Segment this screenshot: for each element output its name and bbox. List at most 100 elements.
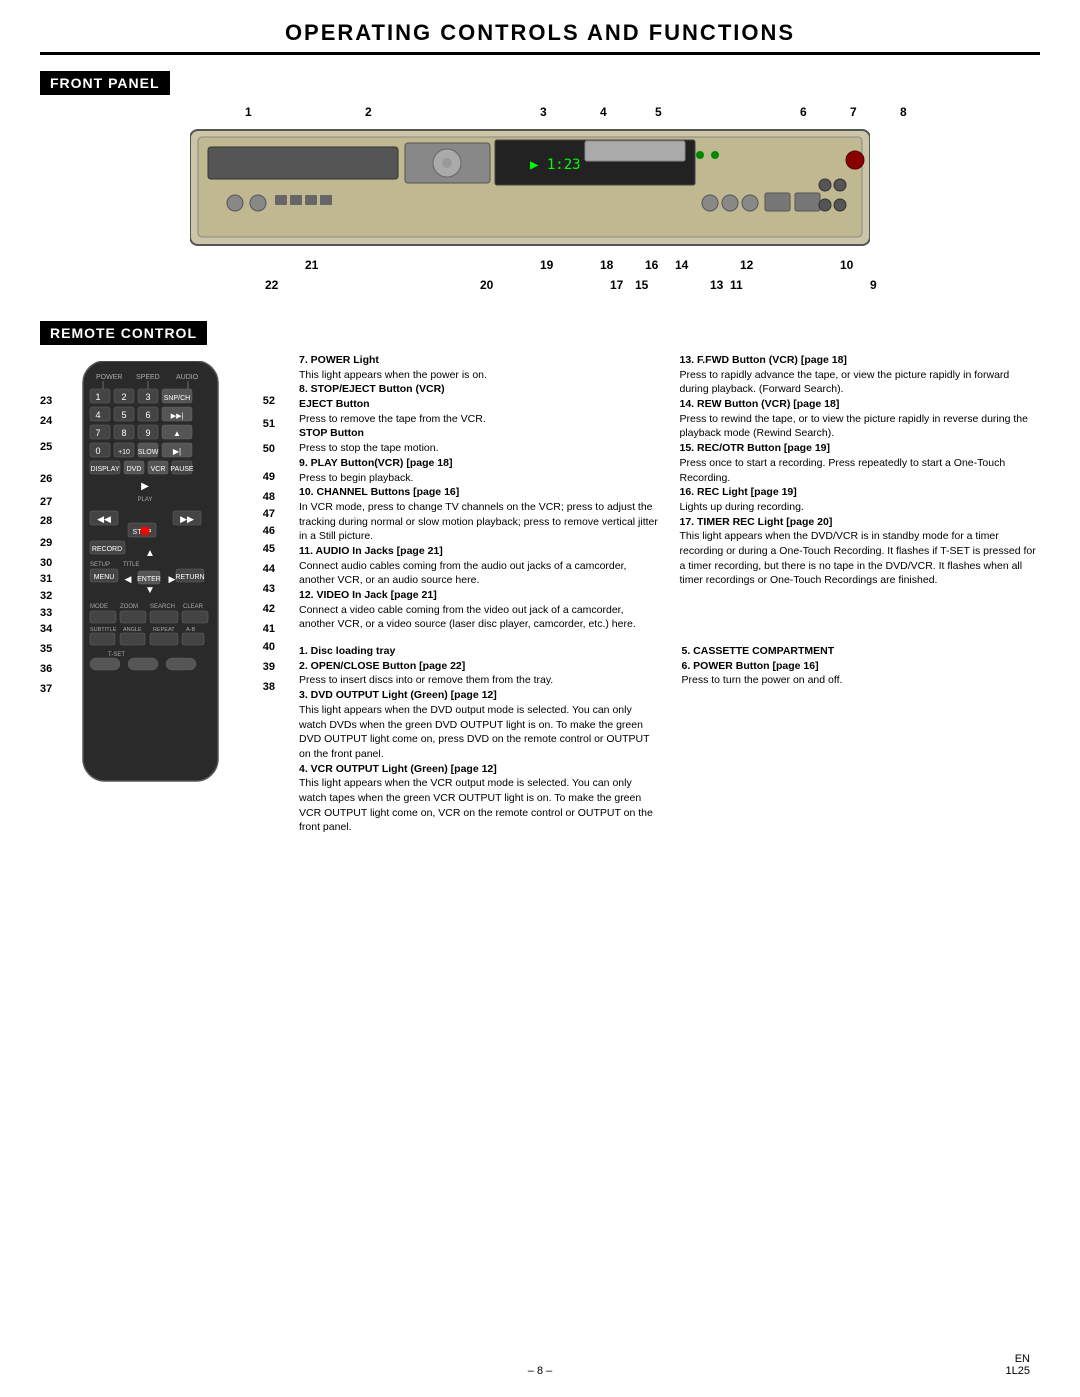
svg-text:6: 6 xyxy=(145,410,150,420)
svg-text:RECORD: RECORD xyxy=(92,546,122,553)
fp-num-22: 22 xyxy=(265,278,278,292)
svg-text:ZOOM: ZOOM xyxy=(120,604,138,610)
rc-45: 45 xyxy=(263,543,275,555)
desc-item-11: 11. AUDIO In Jacks [page 21] Connect aud… xyxy=(299,544,660,588)
desc-item-14: 14. REW Button (VCR) [page 18] Press to … xyxy=(680,397,1041,441)
fp-num-10: 10 xyxy=(840,258,853,272)
remote-layout: 23 24 25 26 27 28 29 30 31 32 33 34 35 3… xyxy=(40,353,1040,835)
svg-text:▲: ▲ xyxy=(173,429,181,438)
svg-text:MODE: MODE xyxy=(90,604,108,610)
desc-left-col: 7. POWER Light This light appears when t… xyxy=(299,353,660,632)
fp-num-19: 19 xyxy=(540,258,553,272)
rc-43: 43 xyxy=(263,583,275,595)
svg-text:9: 9 xyxy=(145,428,150,438)
fp-num-21: 21 xyxy=(305,258,318,272)
desc-item-15: 15. REC/OTR Button [page 19] Press once … xyxy=(680,441,1041,485)
page-footer: – 8 – xyxy=(0,1365,1080,1377)
svg-text:SUBTITLE: SUBTITLE xyxy=(90,627,117,633)
svg-text:DVD: DVD xyxy=(127,466,142,473)
svg-text:SETUP: SETUP xyxy=(90,562,110,568)
bottom-item-6: 6. POWER Button [page 16] Press to turn … xyxy=(682,659,1041,688)
svg-text:A-B: A-B xyxy=(186,627,196,633)
svg-text:7: 7 xyxy=(95,428,100,438)
front-panel-section: FRONT PANEL 1 2 3 4 5 6 7 8 xyxy=(40,71,1040,303)
remote-control-label: REMOTE CONTROL xyxy=(40,321,207,345)
svg-text:DISPLAY: DISPLAY xyxy=(90,466,119,473)
svg-text:◀: ◀ xyxy=(125,574,132,584)
bottom-item-3: 3. DVD OUTPUT Light (Green) [page 12] Th… xyxy=(299,688,658,761)
page: OPERATING CONTROLS AND FUNCTIONS FRONT P… xyxy=(0,0,1080,1397)
svg-text:SNP/CH: SNP/CH xyxy=(164,395,190,402)
front-panel-diagram: 1 2 3 4 5 6 7 8 ▶ 1:23 xyxy=(110,103,970,303)
rc-39: 39 xyxy=(263,661,275,673)
bottom-item-2: 2. OPEN/CLOSE Button [page 22] Press to … xyxy=(299,659,658,688)
rc-34: 34 xyxy=(40,623,52,635)
fp-num-18: 18 xyxy=(600,258,613,272)
desc-item-8: 8. STOP/EJECT Button (VCR) EJECT Button … xyxy=(299,382,660,455)
rc-31: 31 xyxy=(40,573,52,585)
svg-text:CLEAR: CLEAR xyxy=(183,604,204,610)
svg-text:T-SET: T-SET xyxy=(108,652,125,658)
desc-right-col: 13. F.FWD Button (VCR) [page 18] Press t… xyxy=(680,353,1041,632)
svg-text:3: 3 xyxy=(145,392,150,402)
model-text: 1L25 xyxy=(1006,1365,1030,1377)
rc-29: 29 xyxy=(40,537,52,549)
svg-text:+10: +10 xyxy=(118,449,130,456)
svg-text:SPEED: SPEED xyxy=(136,374,160,381)
svg-text:SEARCH: SEARCH xyxy=(150,604,175,610)
rc-42: 42 xyxy=(263,603,275,615)
rc-28: 28 xyxy=(40,515,52,527)
remote-diagram-col: 23 24 25 26 27 28 29 30 31 32 33 34 35 3… xyxy=(40,353,275,835)
svg-text:ENTER: ENTER xyxy=(137,576,161,583)
svg-text:▶▶: ▶▶ xyxy=(180,514,194,524)
bottom-right-col: 5. CASSETTE COMPARTMENT 6. POWER Button … xyxy=(682,644,1041,835)
bottom-descriptions: 1. Disc loading tray 2. OPEN/CLOSE Butto… xyxy=(299,644,1040,835)
svg-text:PAUSE: PAUSE xyxy=(170,466,194,473)
svg-text:▲: ▲ xyxy=(145,548,155,559)
rc-25: 25 xyxy=(40,441,52,453)
svg-text:8: 8 xyxy=(121,428,126,438)
remote-svg: POWER SPEED AUDIO 1 2 3 SNP/CH xyxy=(68,361,233,791)
svg-text:0: 0 xyxy=(95,446,100,456)
en-label: EN 1L25 xyxy=(1006,1353,1030,1377)
svg-text:1: 1 xyxy=(95,392,100,402)
rc-46: 46 xyxy=(263,525,275,537)
fp-num-15: 15 xyxy=(635,278,648,292)
rc-27: 27 xyxy=(40,496,52,508)
remote-control-section: REMOTE CONTROL 23 24 25 26 27 28 29 30 3… xyxy=(40,321,1040,835)
desc-item-12: 12. VIDEO In Jack [page 21] Connect a vi… xyxy=(299,588,660,632)
bottom-left-col: 1. Disc loading tray 2. OPEN/CLOSE Butto… xyxy=(299,644,658,835)
fp-num-7: 7 xyxy=(850,105,857,119)
rc-26: 26 xyxy=(40,473,52,485)
bottom-item-5: 5. CASSETTE COMPARTMENT xyxy=(682,644,1041,659)
svg-text:5: 5 xyxy=(121,410,126,420)
rc-50: 50 xyxy=(263,443,275,455)
desc-item-16: 16. REC Light [page 19] Lights up during… xyxy=(680,485,1041,514)
rc-51: 51 xyxy=(263,418,275,430)
right-descriptions: 7. POWER Light This light appears when t… xyxy=(299,353,1040,835)
rc-23: 23 xyxy=(40,395,52,407)
svg-text:REPEAT: REPEAT xyxy=(153,627,175,633)
bottom-item-4: 4. VCR OUTPUT Light (Green) [page 12] Th… xyxy=(299,762,658,835)
fp-num-13: 13 xyxy=(710,278,723,292)
svg-text:VCR: VCR xyxy=(151,466,166,473)
rc-33: 33 xyxy=(40,607,52,619)
rc-32: 32 xyxy=(40,590,52,602)
rc-52: 52 xyxy=(263,395,275,407)
fp-num-2: 2 xyxy=(365,105,372,119)
rc-36: 36 xyxy=(40,663,52,675)
svg-text:TITLE: TITLE xyxy=(123,562,139,568)
svg-text:PLAY: PLAY xyxy=(138,497,153,503)
fp-num-8: 8 xyxy=(900,105,907,119)
svg-text:RETURN: RETURN xyxy=(175,574,204,581)
rc-35: 35 xyxy=(40,643,52,655)
rc-37: 37 xyxy=(40,683,52,695)
svg-text:AUDIO: AUDIO xyxy=(176,374,199,381)
rc-24: 24 xyxy=(40,415,52,427)
page-number: – 8 – xyxy=(528,1365,552,1377)
svg-text:◀◀: ◀◀ xyxy=(97,514,111,524)
svg-text:▶: ▶ xyxy=(141,481,149,492)
svg-text:2: 2 xyxy=(121,392,126,402)
fp-num-11: 11 xyxy=(730,278,743,292)
fp-num-9: 9 xyxy=(870,278,877,292)
